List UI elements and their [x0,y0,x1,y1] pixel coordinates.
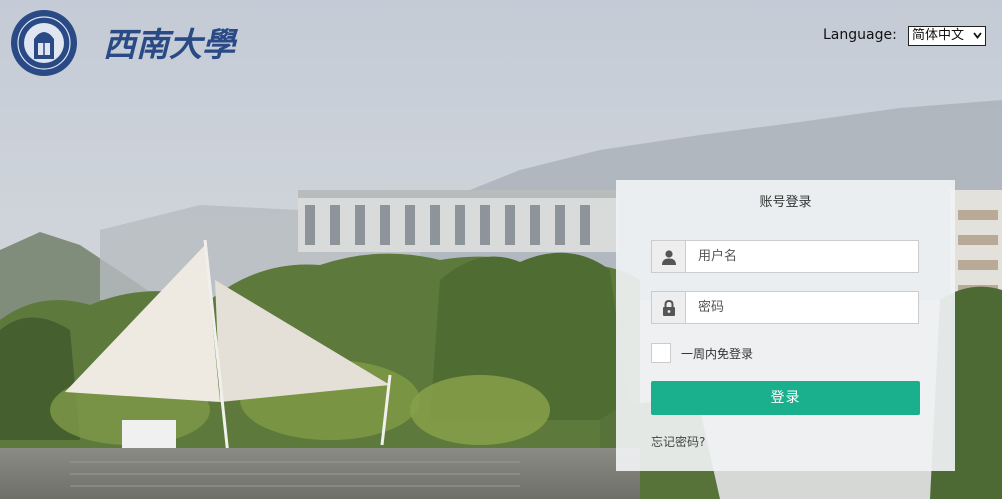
username-input[interactable] [686,241,918,272]
username-field [651,240,919,273]
forgot-password-link[interactable]: 忘记密码? [651,433,705,450]
remember-me-label[interactable]: 一周内免登录 [681,345,753,362]
password-field [651,291,919,324]
language-select[interactable]: 简体中文 [908,26,986,46]
login-panel-title: 账号登录 [759,195,812,210]
login-panel: 账号登录 一周内免登录 登录 忘记密码? [616,180,955,471]
remember-me-row: 一周内免登录 [651,342,753,364]
page-header: 西南大學 Language: 简体中文 [0,0,1002,80]
university-name-logo: 西南大學 [103,25,239,64]
user-icon [652,241,686,272]
remember-me-checkbox[interactable] [651,343,671,363]
university-seal-logo [11,10,77,76]
chevron-down-icon [973,32,982,39]
login-button[interactable]: 登录 [651,381,920,415]
lock-icon [652,292,686,323]
password-input[interactable] [686,292,918,323]
language-label: Language: [823,27,897,43]
language-selected-value: 简体中文 [912,28,965,43]
svg-text:西南大學: 西南大學 [103,25,239,64]
